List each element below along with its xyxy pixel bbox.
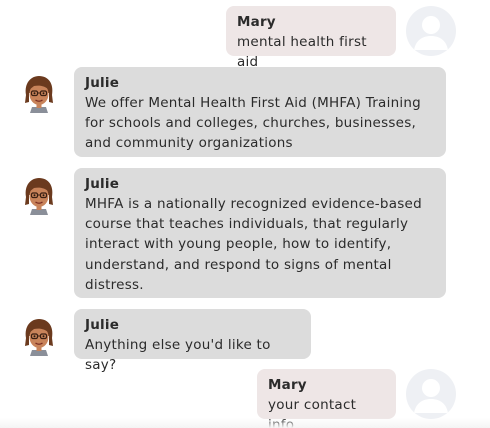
julie-avatar-icon: [22, 177, 56, 215]
message-sender: Mary: [237, 14, 276, 30]
bot-message: Julie Anything else you'd like to say?: [74, 309, 311, 373]
bot-message: Julie We offer Mental Health First Aid (…: [74, 67, 446, 157]
message-sender: Julie: [85, 317, 120, 333]
message-sender: Julie: [85, 75, 120, 91]
bot-message: Julie MHFA is a nationally recognized ev…: [74, 168, 446, 298]
user-silhouette-icon: [406, 369, 456, 419]
message-text: MHFA is a nationally recognized evidence…: [85, 196, 422, 293]
user-message: Mary mental health first aid: [226, 6, 396, 70]
chat-transcript: Mary mental health first aid Julie We of…: [0, 0, 490, 428]
message-sender: Julie: [85, 176, 120, 192]
message-sender: Mary: [268, 377, 307, 393]
user-silhouette-icon: [406, 6, 456, 56]
scroll-fade: [0, 418, 490, 428]
user-message: Mary your contact info: [257, 369, 396, 428]
julie-avatar-icon: [22, 75, 56, 113]
message-text: We offer Mental Health First Aid (MHFA) …: [85, 95, 422, 152]
julie-avatar-icon: [22, 318, 56, 356]
